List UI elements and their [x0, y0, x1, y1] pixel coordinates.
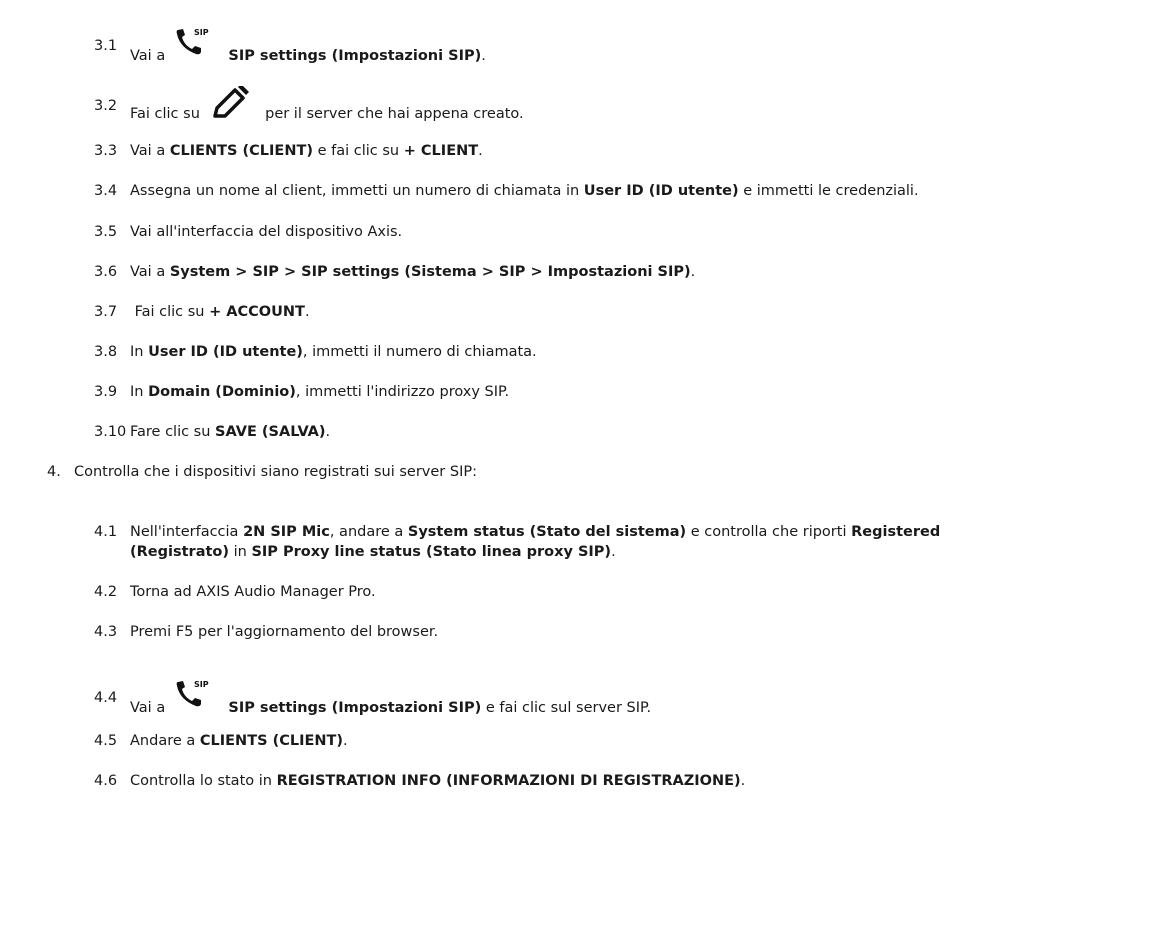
- phone-sip-icon: SIP: [174, 24, 218, 64]
- pencil-icon: [211, 84, 251, 122]
- step-number: 3.2: [94, 98, 118, 114]
- step-number: 3.1: [94, 38, 118, 54]
- step-bold: SIP settings (Impostazioni SIP): [228, 48, 482, 64]
- phone-sip-icon: SIP: [174, 676, 218, 716]
- step-text: per il server che hai appena creato.: [265, 106, 524, 122]
- step-text: Vai a: [130, 48, 166, 64]
- svg-text:SIP: SIP: [194, 28, 209, 37]
- step-text: Fai clic su: [130, 106, 200, 122]
- svg-text:SIP: SIP: [194, 680, 209, 689]
